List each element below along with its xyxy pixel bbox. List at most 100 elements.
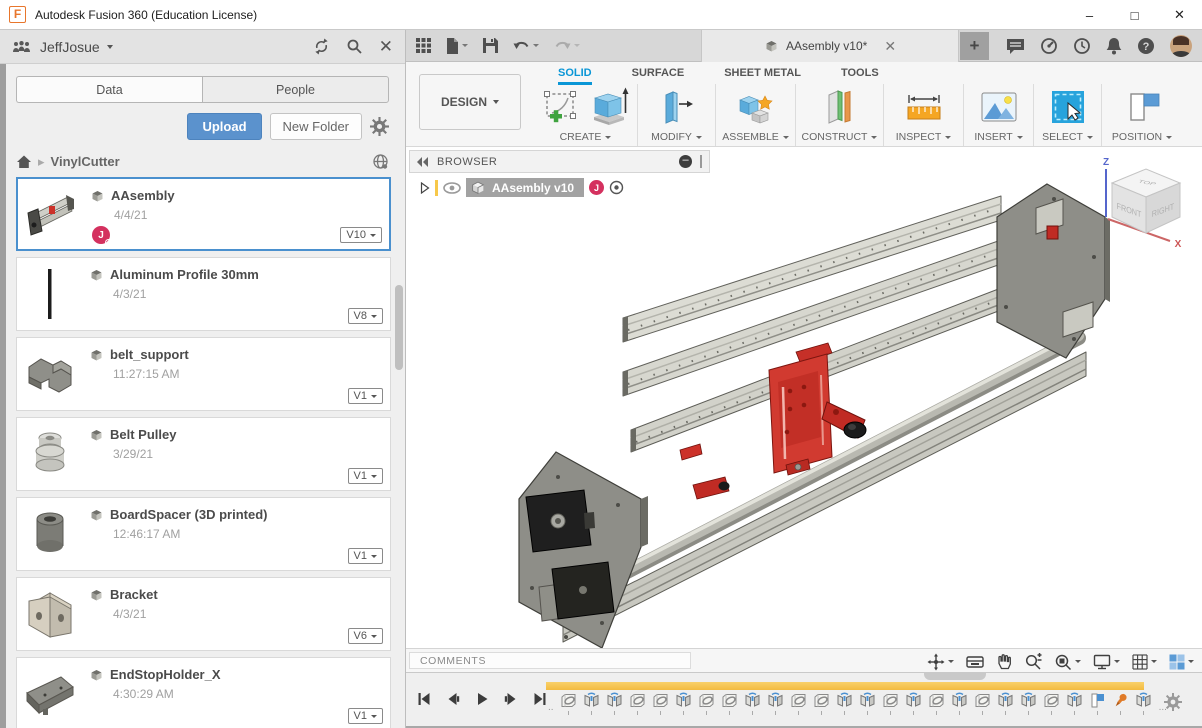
ribbon-group-position[interactable]: POSITION bbox=[1102, 84, 1182, 146]
ribbon-group-insert[interactable]: INSERT bbox=[964, 84, 1034, 146]
settings-gear-icon[interactable] bbox=[370, 117, 389, 136]
display-settings-icon[interactable] bbox=[1093, 654, 1120, 670]
ribbon-group-label[interactable]: ASSEMBLE bbox=[722, 131, 789, 143]
go-to-start-button[interactable] bbox=[416, 691, 432, 707]
new-document-tab-button[interactable]: + bbox=[960, 32, 989, 60]
timeline-feature-joint[interactable] bbox=[1019, 691, 1039, 715]
insert-image-icon[interactable] bbox=[979, 90, 1019, 124]
panel-scrollbar[interactable] bbox=[395, 285, 403, 370]
list-item[interactable]: BoardSpacer (3D printed) 12:46:17 AM V1 bbox=[16, 497, 391, 571]
user-dropdown-caret[interactable] bbox=[106, 44, 113, 49]
comments-bar[interactable]: COMMENTS bbox=[409, 652, 691, 669]
ribbon-tab-sheet-metal[interactable]: SHEET METAL bbox=[724, 67, 801, 85]
ribbon-tab-solid[interactable]: SOLID bbox=[558, 67, 592, 85]
browser-resize-handle[interactable] bbox=[700, 155, 702, 168]
refresh-icon[interactable] bbox=[313, 38, 330, 55]
save-icon[interactable] bbox=[483, 38, 498, 53]
create-sketch-icon[interactable] bbox=[542, 88, 582, 126]
orbit-icon[interactable] bbox=[927, 653, 954, 671]
timeline-feature-joint[interactable] bbox=[950, 691, 970, 715]
version-dropdown[interactable]: V10 bbox=[340, 227, 382, 243]
breadcrumb-folder[interactable]: VinylCutter bbox=[51, 154, 120, 169]
close-panel-icon[interactable]: ✕ bbox=[379, 37, 393, 57]
new-component-icon[interactable] bbox=[736, 87, 776, 127]
current-user[interactable]: JeffJosue bbox=[40, 39, 100, 55]
viewport-canvas[interactable] bbox=[406, 147, 1202, 648]
version-dropdown[interactable]: V8 bbox=[347, 308, 383, 324]
timeline-feature-joint[interactable] bbox=[1134, 691, 1154, 715]
ribbon-group-create[interactable]: CREATE bbox=[534, 84, 638, 146]
minimize-button[interactable]: – bbox=[1067, 0, 1112, 30]
ribbon-group-assemble[interactable]: ASSEMBLE bbox=[716, 84, 796, 146]
timeline-feature-joint[interactable] bbox=[674, 691, 694, 715]
look-at-icon[interactable] bbox=[966, 655, 984, 669]
version-dropdown[interactable]: V1 bbox=[347, 388, 383, 404]
timeline-feature-joint[interactable] bbox=[743, 691, 763, 715]
timeline-feature-joint[interactable] bbox=[996, 691, 1016, 715]
timeline-feature-joint[interactable] bbox=[582, 691, 602, 715]
version-dropdown[interactable]: V1 bbox=[347, 708, 383, 724]
tab-people[interactable]: People bbox=[202, 76, 389, 103]
list-item[interactable]: EndStopHolder_X 4:30:29 AM V1 bbox=[16, 657, 391, 728]
notifications-bell-icon[interactable] bbox=[1106, 37, 1122, 55]
list-item[interactable]: Belt Pulley 3/29/21 V1 bbox=[16, 417, 391, 491]
timeline-feature-link[interactable] bbox=[973, 691, 993, 715]
ribbon-group-label[interactable]: CREATE bbox=[560, 131, 612, 143]
list-item[interactable]: Bracket 4/3/21 V6 bbox=[16, 577, 391, 651]
timeline-feature-joint[interactable] bbox=[605, 691, 625, 715]
timeline-feature-joint[interactable] bbox=[835, 691, 855, 715]
undo-icon[interactable] bbox=[513, 39, 539, 53]
viewport[interactable]: BROWSER – AAsembly v10 J Z X TOP FRONT R… bbox=[406, 147, 1202, 673]
redo-icon[interactable] bbox=[554, 39, 580, 53]
timeline-handle[interactable] bbox=[924, 673, 986, 680]
timeline-feature-link[interactable] bbox=[651, 691, 671, 715]
timeline-feature-link[interactable] bbox=[881, 691, 901, 715]
document-tab-close-icon[interactable]: ✕ bbox=[884, 38, 896, 55]
press-pull-icon[interactable] bbox=[660, 87, 694, 127]
user-avatar[interactable] bbox=[1170, 35, 1192, 57]
ribbon-group-label[interactable]: POSITION bbox=[1112, 131, 1173, 143]
workspace-selector[interactable]: DESIGN bbox=[419, 74, 521, 130]
file-menu-icon[interactable] bbox=[446, 37, 468, 54]
timeline-feature-joint[interactable] bbox=[858, 691, 878, 715]
timeline-feature-link[interactable] bbox=[927, 691, 947, 715]
timeline-feature-flag[interactable] bbox=[1088, 691, 1108, 715]
zoom-icon[interactable] bbox=[1024, 652, 1042, 671]
timeline-settings-gear-icon[interactable] bbox=[1164, 693, 1182, 711]
ribbon-group-modify[interactable]: MODIFY bbox=[638, 84, 716, 146]
list-item[interactable]: belt_support 11:27:15 AM V1 bbox=[16, 337, 391, 411]
job-status-icon[interactable] bbox=[1040, 37, 1058, 55]
document-tab[interactable]: AAsembly v10* ✕ bbox=[701, 30, 959, 62]
timeline-feature-joint[interactable] bbox=[1065, 691, 1085, 715]
list-item[interactable]: Aluminum Profile 30mm 4/3/21 V8 bbox=[16, 257, 391, 331]
new-folder-button[interactable]: New Folder bbox=[269, 113, 362, 140]
viewcube[interactable]: Z X TOP FRONT RIGHT bbox=[1092, 153, 1192, 253]
upload-button[interactable]: Upload bbox=[187, 113, 262, 140]
select-icon[interactable] bbox=[1050, 89, 1086, 125]
browser-panel-header[interactable]: BROWSER – bbox=[409, 150, 710, 173]
viewports-icon[interactable] bbox=[1169, 654, 1194, 670]
construct-plane-icon[interactable] bbox=[821, 87, 859, 127]
collapse-browser-icon[interactable] bbox=[417, 156, 429, 167]
play-button[interactable] bbox=[474, 691, 490, 707]
timeline-feature-joint[interactable] bbox=[904, 691, 924, 715]
app-grid-icon[interactable] bbox=[416, 38, 431, 53]
version-dropdown[interactable]: V1 bbox=[347, 468, 383, 484]
step-back-button[interactable] bbox=[445, 691, 461, 707]
timeline-feature-link[interactable] bbox=[697, 691, 717, 715]
grid-settings-icon[interactable] bbox=[1132, 653, 1157, 670]
timeline-feature-link[interactable] bbox=[720, 691, 740, 715]
close-button[interactable]: ✕ bbox=[1157, 0, 1202, 30]
comments-icon[interactable] bbox=[1006, 38, 1025, 54]
fit-icon[interactable] bbox=[1054, 653, 1081, 671]
ribbon-tab-surface[interactable]: SURFACE bbox=[632, 67, 685, 85]
timeline-feature-link[interactable] bbox=[628, 691, 648, 715]
home-icon[interactable] bbox=[16, 154, 32, 169]
position-icon[interactable] bbox=[1123, 88, 1161, 126]
timeline-track[interactable]: ..... bbox=[546, 682, 1169, 715]
display-quality-icon[interactable]: – bbox=[679, 155, 692, 168]
version-dropdown[interactable]: V1 bbox=[347, 548, 383, 564]
ribbon-group-label[interactable]: SELECT bbox=[1042, 131, 1093, 143]
timeline-feature-link[interactable] bbox=[812, 691, 832, 715]
ribbon-group-label[interactable]: INSERT bbox=[974, 131, 1023, 143]
